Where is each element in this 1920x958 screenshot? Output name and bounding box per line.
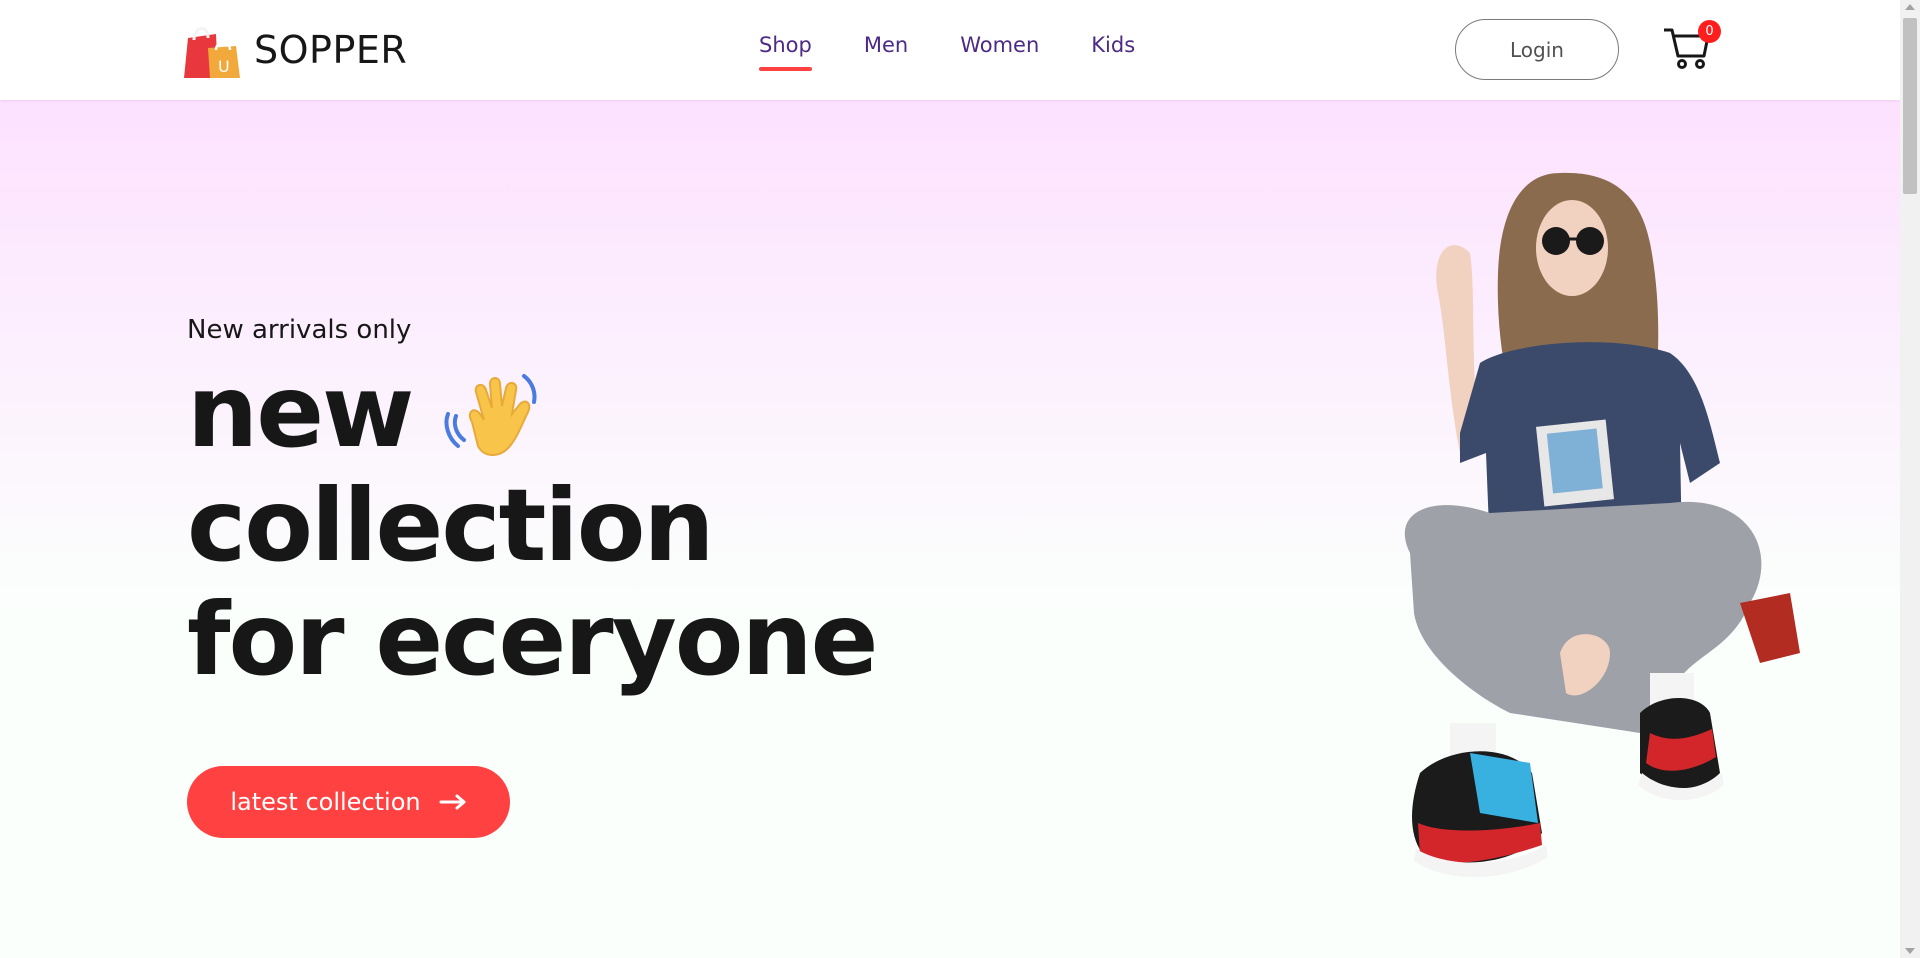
hero-line-2: collection [187,467,715,584]
hero-section: New arrivals only new collection for ece… [0,100,1900,958]
hero-line-1-text: new [187,353,414,470]
latest-collection-button[interactable]: latest collection [187,766,510,838]
brand-logo[interactable]: U SOPPER [178,20,407,80]
nav-item-women[interactable]: Women [960,33,1039,57]
arrow-right-icon [439,794,466,810]
hero-model-image [1404,172,1800,878]
login-button[interactable]: Login [1455,19,1619,80]
hero-line-1: new [187,355,876,469]
logo-letter: U [218,57,230,76]
nav-item-shop[interactable]: Shop [759,33,812,71]
waving-hand-icon [444,374,537,456]
latest-collection-label: latest collection [230,788,421,816]
shopping-bag-icon: U [184,27,240,78]
cart-count-badge: 0 [1698,20,1721,43]
nav-item-kids[interactable]: Kids [1091,33,1135,57]
navbar: U SOPPER Shop Men Women Kids Login 0 [0,0,1900,100]
nav-item-men[interactable]: Men [864,33,908,57]
scroll-thumb[interactable] [1903,18,1917,194]
hero-text: New arrivals only new collection for ece… [187,315,878,698]
scroll-up-icon[interactable] [1905,4,1915,10]
nav-menu: Shop Men Women Kids [759,33,1135,71]
page-scrollbar[interactable] [1900,0,1920,958]
hero-line-3: for eceryone [187,581,878,698]
brand-name: SOPPER [254,28,408,72]
scroll-down-icon[interactable] [1905,948,1915,954]
hero-kicker: New arrivals only [187,315,412,345]
